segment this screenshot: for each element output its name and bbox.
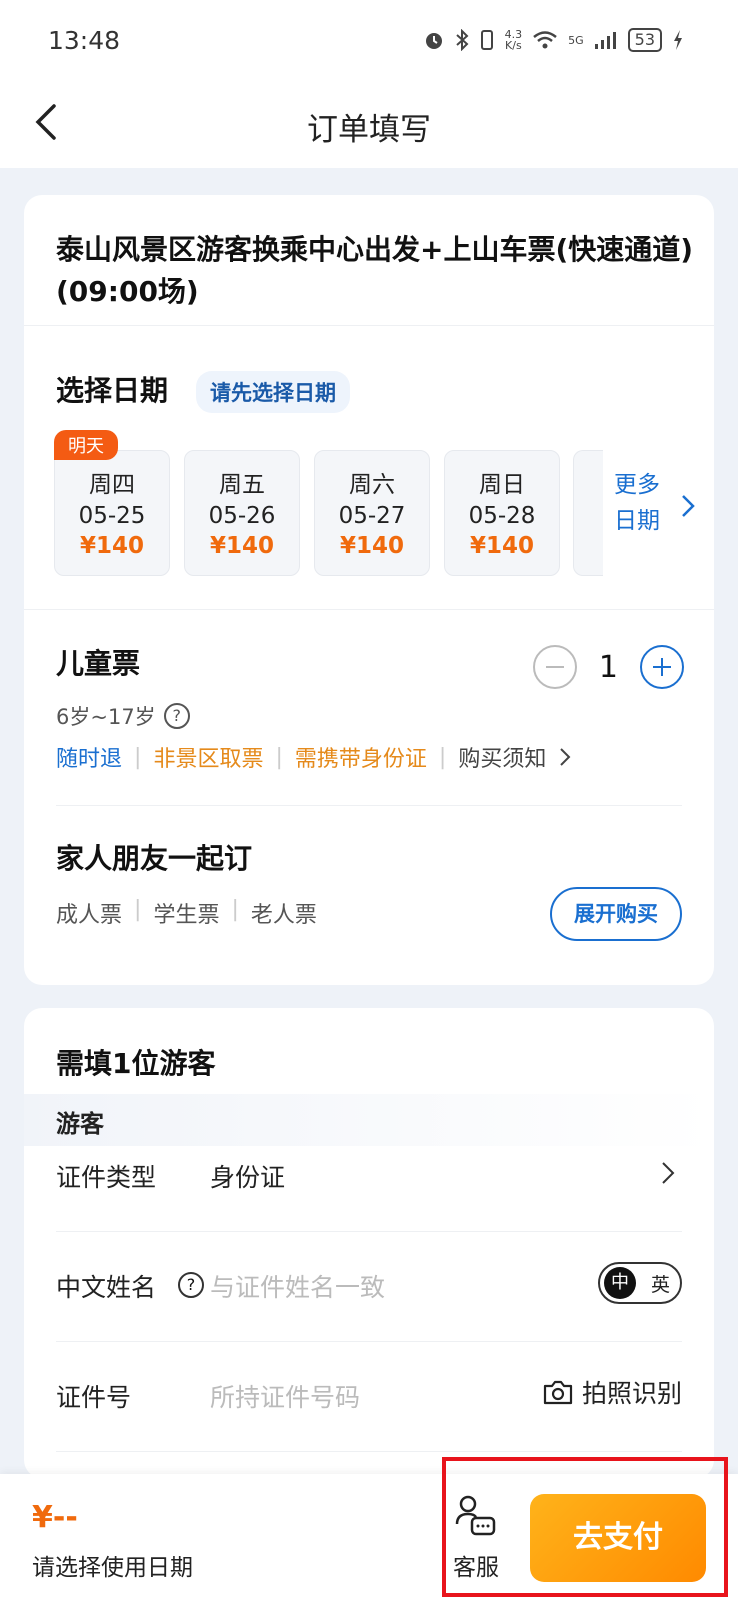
date-weekday: 周六 [349, 472, 395, 498]
wifi-icon [533, 31, 557, 49]
date-hint-badge: 请先选择日期 [196, 371, 350, 413]
tag-pickup: 非景区取票 [153, 747, 264, 772]
chinese-name-label: 中文姓名 [56, 1273, 157, 1302]
network-speed: 4.3 K/s [505, 29, 523, 51]
id-number-row: 证件号 所持证件号码 拍照识别 [56, 1342, 682, 1452]
family-section-title: 家人朋友一起订 [56, 842, 253, 875]
date-option-partial[interactable] [573, 450, 603, 576]
id-type-row[interactable]: 证件类型 身份证 [56, 1122, 682, 1232]
quantity-value: 1 [598, 649, 618, 685]
network-type: 5G [568, 33, 584, 47]
date-value: 05-26 [208, 503, 276, 529]
lang-zh-option[interactable]: 中 [604, 1267, 636, 1299]
type-separator: | [231, 897, 239, 922]
date-value: 05-27 [338, 503, 406, 529]
language-toggle[interactable]: 中 英 [598, 1262, 682, 1304]
adult-ticket-label: 成人票 [56, 903, 123, 928]
date-section-title: 选择日期 [56, 374, 169, 407]
date-option-0[interactable]: 周四 05-25 ¥140 [54, 450, 170, 576]
alarm-icon [425, 33, 442, 49]
charging-icon [674, 30, 682, 50]
visitor-card: 需填1位游客 游客 证件类型 身份证 中文姓名 ? 与证件姓名一致 中 英 证件… [24, 1008, 714, 1478]
visitor-count-title: 需填1位游客 [56, 1047, 216, 1080]
family-ticket-types: 成人票 | 学生票 | 老人票 [56, 897, 317, 929]
help-icon[interactable]: ? [178, 1272, 204, 1298]
date-option-2[interactable]: 周六 05-27 ¥140 [314, 450, 430, 576]
student-ticket-label: 学生票 [153, 903, 220, 928]
tag-refund: 随时退 [56, 747, 123, 772]
page-title: 订单填写 [307, 112, 431, 148]
chevron-right-icon [682, 495, 695, 517]
more-dates-line2: 日期 [614, 508, 660, 534]
decrease-button[interactable] [532, 645, 577, 689]
divider [24, 609, 714, 610]
date-price: ¥140 [469, 533, 534, 559]
status-bar: 13:48 4.3 K/s 5G 53 [0, 0, 738, 86]
tag-separator: | [438, 744, 447, 770]
status-time: 13:48 [48, 26, 121, 55]
type-separator: | [134, 897, 142, 922]
more-dates-line1: 更多 [614, 472, 660, 498]
more-dates-button[interactable]: 更多 日期 [614, 467, 684, 539]
product-card: 泰山风景区游客换乘中心出发+上山车票(快速通道)(09:00场) 选择日期 请先… [24, 195, 714, 985]
child-ticket-title: 儿童票 [56, 647, 141, 680]
quantity-stepper: 1 [532, 645, 684, 689]
bluetooth-icon [455, 29, 469, 51]
chinese-name-input[interactable]: 与证件姓名一致 [210, 1268, 385, 1304]
ticket-tags: 随时退 | 非景区取票 | 需携带身份证 | 购买须知 [56, 741, 572, 773]
id-type-label: 证件类型 [56, 1163, 157, 1192]
product-title: 泰山风景区游客换乘中心出发+上山车票(快速通道)(09:00场) [56, 233, 694, 308]
id-number-label: 证件号 [56, 1383, 132, 1412]
date-option-1[interactable]: 周五 05-26 ¥140 [184, 450, 300, 576]
help-icon[interactable]: ? [163, 703, 190, 729]
divider [56, 805, 682, 806]
increase-button[interactable] [640, 645, 684, 689]
date-weekday: 周四 [89, 472, 135, 498]
tag-separator: | [134, 744, 142, 770]
signal-icon [594, 32, 616, 49]
id-type-value: 身份证 [210, 1163, 286, 1192]
date-price: ¥140 [339, 533, 404, 559]
battery-level: 53 [627, 28, 662, 52]
vibrate-icon [480, 30, 493, 50]
senior-ticket-label: 老人票 [250, 903, 317, 928]
total-price: ¥-- [32, 1500, 78, 1535]
speed-unit: K/s [505, 39, 522, 52]
date-price: ¥140 [79, 533, 144, 559]
status-icons: 4.3 K/s 5G 53 [423, 28, 684, 52]
divider [24, 325, 714, 326]
camera-icon [543, 1380, 573, 1405]
tag-separator: | [275, 744, 283, 770]
chinese-name-row: 中文姓名 ? 与证件姓名一致 中 英 [56, 1232, 682, 1342]
tag-id-required: 需携带身份证 [294, 747, 427, 772]
date-weekday: 周日 [479, 472, 525, 498]
photo-recognition-button[interactable]: 拍照识别 [542, 1374, 682, 1410]
date-price: ¥140 [209, 533, 274, 559]
date-weekday: 周五 [219, 472, 265, 498]
nav-bar: 订单填写 [0, 86, 738, 168]
child-age-range: 6岁~17岁 ? [56, 701, 190, 731]
date-option-3[interactable]: 周日 05-28 ¥140 [444, 450, 560, 576]
id-number-input[interactable]: 所持证件号码 [210, 1378, 360, 1414]
expand-purchase-button[interactable]: 展开购买 [550, 887, 682, 941]
chevron-right-icon [662, 1162, 675, 1184]
highlight-box [442, 1457, 728, 1597]
tomorrow-badge: 明天 [54, 430, 118, 460]
lang-en-option[interactable]: 英 [651, 1270, 670, 1297]
chevron-right-icon [560, 748, 571, 766]
date-value: 05-28 [468, 503, 536, 529]
date-value: 05-25 [78, 503, 146, 529]
photo-recognition-label: 拍照识别 [581, 1379, 682, 1408]
select-date-hint: 请选择使用日期 [32, 1555, 193, 1581]
purchase-notice-link[interactable]: 购买须知 [458, 741, 546, 773]
age-text: 6岁~17岁 [56, 705, 156, 729]
